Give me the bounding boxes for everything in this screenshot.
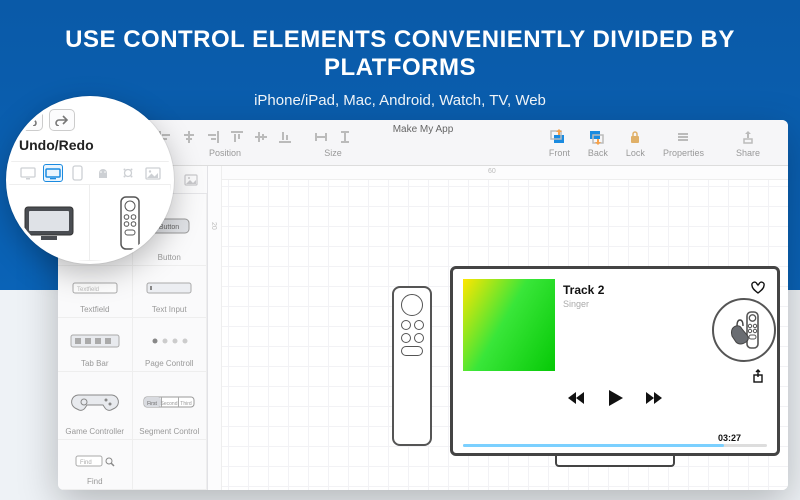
redo-button[interactable]: [49, 109, 75, 131]
album-art: [463, 279, 555, 371]
canvas-remote[interactable]: [392, 286, 432, 446]
library-item-segment[interactable]: First SecondThird Segment Control: [133, 372, 208, 440]
library-label: Find: [87, 477, 103, 486]
toolbar-share[interactable]: Share: [736, 128, 760, 158]
toolbar-size-group: Size: [312, 128, 354, 158]
library-item-textfield[interactable]: Textfield Textfield: [58, 266, 133, 318]
undo-redo-label: Undo/Redo: [19, 137, 94, 153]
mag-tab-android[interactable]: [93, 164, 113, 182]
tv-screen: Track 2 Singer 03:27: [450, 266, 780, 456]
forward-icon[interactable]: [644, 390, 664, 411]
mag-lib-remote[interactable]: [90, 185, 171, 261]
front-label: Front: [549, 148, 570, 158]
remote-menu-icon: [401, 320, 411, 330]
favorite-icon[interactable]: [751, 281, 765, 295]
window-title: Make My App: [393, 124, 454, 135]
svg-text:Textfield: Textfield: [77, 287, 99, 293]
library-item-pagecontrol[interactable]: Page Controll: [133, 318, 208, 372]
remote-volume-icon: [401, 346, 423, 356]
library-label: Textfield: [80, 305, 109, 314]
remote-tv-icon: [414, 320, 424, 330]
share-up-icon: [739, 128, 757, 146]
send-back-icon: [589, 128, 607, 146]
mag-tab-desktop[interactable]: [18, 164, 38, 182]
toolbar-properties[interactable]: Properties: [663, 128, 704, 158]
library-label: Text Input: [152, 305, 187, 314]
size-height-icon[interactable]: [336, 128, 354, 146]
ruler-horizontal: 60: [208, 166, 788, 180]
track-title: Track 2: [563, 283, 604, 297]
magnifier-callout: Undo/Redo: [6, 96, 174, 264]
mag-tab-image[interactable]: [143, 164, 163, 182]
mag-lib-tv[interactable]: [9, 185, 90, 261]
size-width-icon[interactable]: [312, 128, 330, 146]
playback-controls: [453, 387, 777, 414]
svg-text:Third: Third: [181, 401, 193, 407]
library-item-textinput[interactable]: Text Input: [133, 266, 208, 318]
ruler-vertical: 20: [208, 166, 222, 490]
align-top-icon[interactable]: [228, 128, 246, 146]
canvas-tv[interactable]: Track 2 Singer 03:27: [450, 266, 780, 481]
mag-tab-watch[interactable]: [118, 164, 138, 182]
bring-front-icon: [550, 128, 568, 146]
library-item-extra[interactable]: [133, 440, 208, 490]
platform-tab-image[interactable]: [182, 171, 200, 189]
toolbar-front[interactable]: Front: [549, 128, 570, 158]
share-icon[interactable]: [751, 369, 765, 383]
svg-text:First: First: [147, 401, 157, 407]
remote-touchpad-icon: [401, 294, 423, 316]
lock-icon: [626, 128, 644, 146]
library-item-find[interactable]: Find Find: [58, 440, 133, 490]
progress-fill: [463, 444, 724, 447]
toolbar-back[interactable]: Back: [588, 128, 608, 158]
mag-tab-phone[interactable]: [68, 164, 88, 182]
track-subtitle: Singer: [563, 299, 589, 309]
remote-play-icon: [414, 333, 424, 343]
svg-text:Second: Second: [161, 401, 178, 407]
properties-icon: [674, 128, 692, 146]
undo-button[interactable]: [17, 109, 43, 131]
align-bottom-icon[interactable]: [276, 128, 294, 146]
toolbar-lock[interactable]: Lock: [626, 128, 645, 158]
align-right-icon[interactable]: [204, 128, 222, 146]
progress-bar[interactable]: [463, 444, 767, 447]
align-mid-icon[interactable]: [252, 128, 270, 146]
back-label: Back: [588, 148, 608, 158]
svg-text:Find: Find: [80, 460, 92, 466]
properties-label: Properties: [663, 148, 704, 158]
design-canvas[interactable]: 60 20 Track 2 Singer: [208, 166, 788, 490]
toolbar-size-label: Size: [324, 148, 342, 158]
time-elapsed: 03:27: [718, 433, 741, 443]
library-item-tabbar[interactable]: Tab Bar: [58, 318, 133, 372]
remote-touch-badge: [712, 298, 776, 362]
rewind-icon[interactable]: [566, 390, 586, 411]
remote-mic-icon: [401, 333, 411, 343]
lock-label: Lock: [626, 148, 645, 158]
ruler-mark-20: 20: [210, 222, 217, 230]
library-label: Tab Bar: [81, 359, 109, 368]
align-center-icon[interactable]: [180, 128, 198, 146]
share-label: Share: [736, 148, 760, 158]
library-label: Game Controller: [65, 427, 124, 436]
hero-headline: USE CONTROL ELEMENTS CONVENIENTLY DIVIDE…: [0, 26, 800, 82]
ruler-mark-60: 60: [488, 168, 496, 175]
magnifier-platform-tabs: [9, 161, 171, 185]
toolbar-position-label: Position: [209, 148, 241, 158]
play-icon[interactable]: [604, 387, 626, 414]
tv-stand-icon: [555, 455, 675, 467]
library-label: Page Controll: [145, 359, 193, 368]
mag-tab-tv[interactable]: [43, 164, 63, 182]
toolbar-position-group: Position: [156, 128, 294, 158]
library-label: Segment Control: [139, 427, 199, 436]
library-item-gamecontroller[interactable]: Game Controller: [58, 372, 133, 440]
